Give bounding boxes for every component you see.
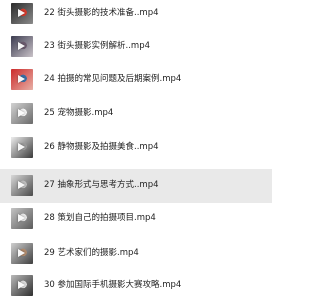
play-icon	[18, 109, 25, 117]
file-name: 24 拍摄的常见问题及后期案例.mp4	[44, 74, 182, 84]
play-icon	[18, 9, 25, 17]
play-icon	[18, 181, 25, 189]
file-item[interactable]: 23 街头摄影实例解析..mp4	[0, 33, 272, 61]
file-item[interactable]: 22 街头摄影的技术准备..mp4	[0, 0, 272, 28]
file-item[interactable]: 28 策划自己的拍摄项目.mp4	[0, 205, 272, 233]
file-item[interactable]: 27 抽象形式与思考方式..mp4	[0, 169, 272, 203]
file-name: 28 策划自己的拍摄项目.mp4	[44, 213, 156, 223]
file-item[interactable]: 30 参加国际手机摄影大赛攻略.mp4	[0, 272, 272, 300]
video-thumbnail	[11, 275, 33, 296]
file-item[interactable]: 26 静物摄影及拍摄美食..mp4	[0, 134, 272, 162]
video-thumbnail	[11, 175, 33, 196]
file-list: 22 街头摄影的技术准备..mp4 23 街头摄影实例解析..mp4 24 拍摄…	[0, 0, 272, 300]
play-icon	[18, 143, 25, 151]
video-thumbnail	[11, 208, 33, 229]
play-icon	[18, 214, 25, 222]
file-name: 25 宠物摄影.mp4	[44, 108, 114, 118]
file-name: 22 街头摄影的技术准备..mp4	[44, 8, 159, 18]
file-name: 29 艺术家们的摄影.mp4	[44, 248, 139, 258]
play-icon	[18, 281, 25, 289]
video-thumbnail	[11, 3, 33, 24]
video-thumbnail	[11, 103, 33, 124]
file-name: 27 抽象形式与思考方式..mp4	[44, 180, 159, 190]
file-name: 30 参加国际手机摄影大赛攻略.mp4	[44, 280, 182, 290]
video-thumbnail	[11, 69, 33, 90]
video-thumbnail	[11, 137, 33, 158]
play-icon	[18, 75, 25, 83]
video-thumbnail	[11, 243, 33, 264]
play-icon	[18, 249, 25, 257]
play-icon	[18, 42, 25, 50]
file-name: 26 静物摄影及拍摄美食..mp4	[44, 142, 159, 152]
file-item[interactable]: 24 拍摄的常见问题及后期案例.mp4	[0, 66, 272, 94]
video-thumbnail	[11, 36, 33, 57]
file-name: 23 街头摄影实例解析..mp4	[44, 41, 151, 51]
file-item[interactable]: 25 宠物摄影.mp4	[0, 100, 272, 128]
file-item[interactable]: 29 艺术家们的摄影.mp4	[0, 240, 272, 268]
